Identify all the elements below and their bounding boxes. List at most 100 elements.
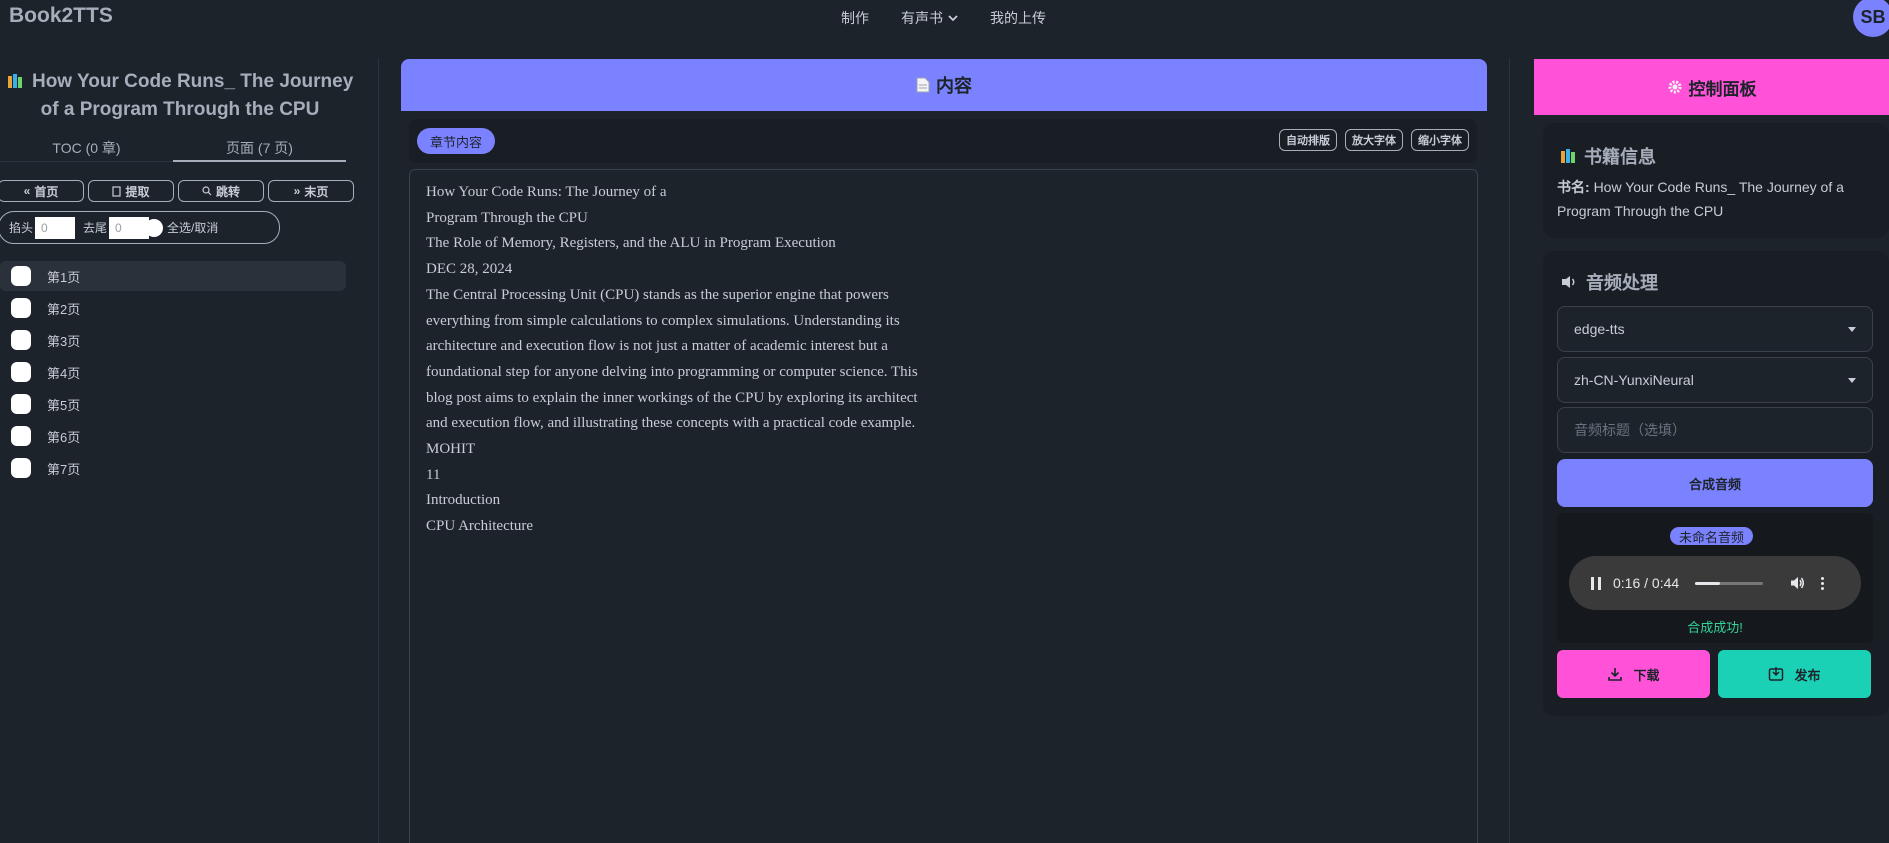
audio-player: 0:16 / 0:44 (1569, 556, 1861, 610)
audio-progress-fill (1695, 581, 1720, 585)
jump-button[interactable]: 跳转 (178, 180, 264, 202)
publish-button[interactable]: 发布 (1718, 650, 1871, 698)
book-info-title: 书籍信息 (1560, 143, 1656, 169)
page-label: 第7页 (47, 461, 81, 477)
page-checkbox[interactable] (11, 458, 31, 478)
page-checkbox[interactable] (11, 362, 31, 382)
more-options-icon[interactable] (1821, 576, 1825, 590)
book-name-value: How Your Code Runs_ The Journey of a Pro… (1557, 179, 1844, 219)
page-item-4[interactable]: 第4页 (0, 357, 346, 387)
page-checkbox[interactable] (11, 426, 31, 446)
audio-processing-title-text: 音频处理 (1586, 273, 1658, 293)
gear-icon (1668, 80, 1681, 94)
voice-select[interactable]: zh-CN-YunxiNeural (1557, 357, 1873, 403)
page-item-5[interactable]: 第5页 (0, 389, 346, 419)
first-page-label: 首页 (34, 184, 59, 199)
divider-right (1509, 58, 1510, 843)
inbox-download-icon (1769, 667, 1784, 681)
synthesis-success-message: 合成成功! (1687, 620, 1743, 635)
tab-pages[interactable]: 页面 (7 页) (173, 134, 346, 162)
audio-time: 0:16 / 0:44 (1613, 575, 1680, 591)
content-line: architecture and execution flow is not j… (426, 338, 888, 355)
content-line: foundational step for anyone delving int… (426, 363, 918, 380)
audio-card: 音频处理 edge-tts zh-CN-YunxiNeural 音频标题（选填）… (1543, 251, 1889, 716)
font-tools: 自动排版 放大字体 缩小字体 (1279, 129, 1469, 151)
content-line: How Your Code Runs: The Journey of a (426, 184, 667, 200)
content-textarea[interactable]: How Your Code Runs: The Journey of a Pro… (409, 169, 1478, 843)
select-all-toggle[interactable] (145, 218, 164, 237)
trim-controls: 掐头 去尾 全选/取消 (0, 211, 280, 244)
top-navbar: Book2TTS 制作 有声书 我的上传 SB (0, 0, 1889, 37)
page-label: 第4页 (47, 365, 81, 381)
book-title-text: How Your Code Runs_ The Journey of a Pro… (31, 71, 354, 120)
audio-processing-title: 音频处理 (1560, 269, 1658, 295)
content-line: MOHIT (426, 441, 476, 458)
book-info-card: 书籍信息 书名: How Your Code Runs_ The Journey… (1543, 123, 1889, 238)
jump-label: 跳转 (215, 184, 240, 199)
page-label: 第3页 (47, 333, 81, 349)
extract-button[interactable]: 提取 (88, 180, 174, 202)
chapter-content-badge: 章节内容 (417, 128, 496, 154)
page-item-7[interactable]: 第7页 (0, 453, 346, 483)
divider-left (378, 58, 379, 843)
trim-tail-label: 去尾 (83, 221, 108, 235)
page-checkbox[interactable] (11, 266, 31, 286)
double-chevron-left-icon: « (23, 184, 31, 198)
tts-engine-select[interactable]: edge-tts (1557, 306, 1873, 352)
auto-layout-button[interactable]: 自动排版 (1279, 129, 1337, 151)
page-item-2[interactable]: 第2页 (0, 293, 346, 323)
content-toolbar: 章节内容 自动排版 放大字体 缩小字体 (409, 119, 1477, 163)
nav-audiobook[interactable]: 有声书 (901, 8, 959, 28)
pause-icon[interactable] (1591, 576, 1601, 590)
book-info-title-text: 书籍信息 (1584, 147, 1656, 167)
enlarge-font-button[interactable]: 放大字体 (1345, 129, 1403, 151)
chevron-down-icon (948, 15, 958, 22)
page-label: 第5页 (47, 397, 81, 413)
page-label: 第6页 (47, 429, 81, 445)
document-icon (112, 185, 122, 197)
page-label: 第2页 (47, 301, 81, 317)
content-line: CPU Architecture (426, 518, 534, 535)
speaker-icon (1562, 276, 1575, 288)
book-name: 书名: How Your Code Runs_ The Journey of a… (1557, 175, 1877, 223)
page-checkbox[interactable] (11, 330, 31, 350)
caret-down-icon (1848, 378, 1856, 383)
synthesize-audio-button[interactable]: 合成音频 (1557, 459, 1873, 507)
content-line: Program Through the CPU (426, 209, 588, 226)
page-item-1[interactable]: 第1页 (0, 261, 346, 291)
first-page-button[interactable]: « 首页 (0, 180, 84, 202)
voice-value: zh-CN-YunxiNeural (1574, 372, 1694, 388)
tab-toc[interactable]: TOC (0 章) (0, 134, 173, 162)
nav-my-uploads[interactable]: 我的上传 (990, 8, 1046, 28)
trim-head-input[interactable] (35, 216, 76, 239)
audio-result: 未命名音频 0:16 / 0:44 合成成功! (1557, 513, 1873, 643)
caret-down-icon (1848, 327, 1856, 332)
control-panel-title: 控制面板 (1688, 79, 1757, 99)
audio-progress-slider[interactable] (1695, 581, 1764, 585)
trim-tail-input[interactable] (109, 216, 150, 239)
volume-icon[interactable] (1789, 575, 1805, 591)
nav-make[interactable]: 制作 (841, 8, 869, 28)
document-icon (916, 77, 930, 93)
book-title: How Your Code Runs_ The Journey of a Pro… (0, 68, 360, 124)
brand-logo[interactable]: Book2TTS (9, 4, 113, 28)
content-header-title: 内容 (936, 76, 972, 96)
shrink-font-button[interactable]: 缩小字体 (1411, 129, 1469, 151)
page-label: 第1页 (47, 269, 81, 285)
last-page-button[interactable]: » 末页 (268, 180, 354, 202)
page-checkbox[interactable] (11, 298, 31, 318)
search-icon (202, 186, 212, 196)
tts-engine-value: edge-tts (1574, 321, 1625, 337)
content-line: DEC 28, 2024 (426, 261, 513, 278)
download-button[interactable]: 下载 (1557, 650, 1710, 698)
audio-title-input[interactable]: 音频标题（选填） (1557, 407, 1873, 453)
page-item-3[interactable]: 第3页 (0, 325, 346, 355)
content-header: 内容 (401, 59, 1487, 111)
page-item-6[interactable]: 第6页 (0, 421, 346, 451)
books-icon (7, 74, 22, 88)
avatar[interactable]: SB (1853, 0, 1889, 37)
page-checkbox[interactable] (11, 394, 31, 414)
books-icon (1561, 149, 1575, 163)
content-line: Introduction (426, 492, 501, 509)
page-list: 第1页 第2页 第3页 第4页 第5页 第6页 第7页 (0, 261, 346, 485)
